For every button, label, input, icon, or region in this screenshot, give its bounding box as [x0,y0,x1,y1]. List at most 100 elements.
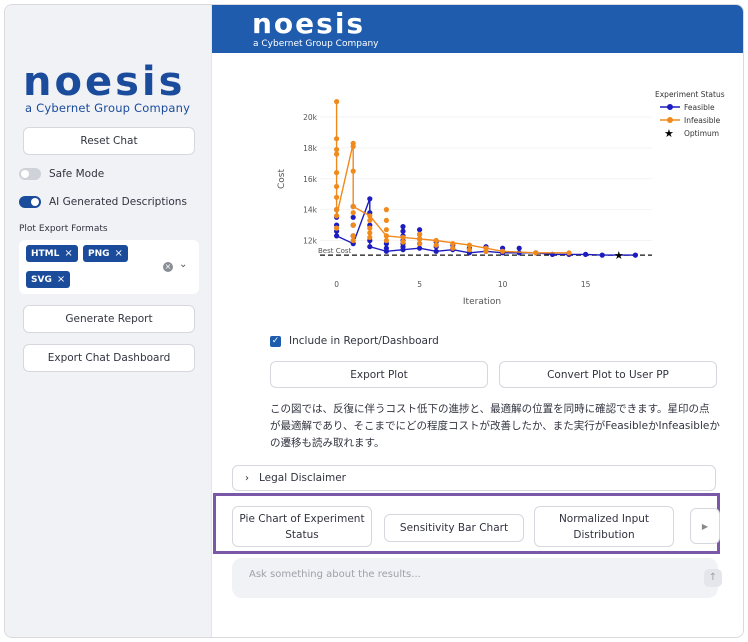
data-point [583,251,589,257]
app-window: noesis a Cybernet Group Company Reset Ch… [4,4,744,638]
ai-descriptions-label: AI Generated Descriptions [49,196,187,208]
convert-plot-button[interactable]: Convert Plot to User PP [499,361,717,388]
generate-report-button[interactable]: Generate Report [23,305,195,333]
ai-descriptions-toggle-row[interactable]: AI Generated Descriptions [19,196,187,208]
data-point [400,228,406,234]
export-plot-button[interactable]: Export Plot [270,361,488,388]
y-tick-label: 14k [303,206,318,215]
banner-logo-subtitle: a Cybernet Group Company [253,39,379,49]
data-point [466,247,472,253]
data-point [334,194,340,200]
logo-wordmark: noesis [23,59,186,105]
legend-title: Experiment Status [655,90,725,99]
format-chip-html[interactable]: HTML × [26,245,78,262]
data-point [383,237,389,244]
y-axis-label: Cost [277,169,287,189]
sidebar: noesis a Cybernet Group Company Reset Ch… [5,5,212,637]
reset-chat-button[interactable]: Reset Chat [23,127,195,155]
data-point [417,241,423,247]
data-point [383,217,389,223]
data-point [334,207,340,213]
include-report-label: Include in Report/Dashboard [289,335,439,347]
data-point [367,234,373,240]
chat-input[interactable]: Ask something about the results... [249,569,421,580]
include-report-checkbox[interactable]: ✓ [270,335,281,347]
data-point [367,244,373,250]
data-point [383,227,389,233]
data-point [417,227,423,233]
chat-bar[interactable]: Ask something about the results... ↑ [232,558,722,598]
plot-description: この図では、反復に伴うコスト低下の進捗と、最適解の位置を同時に確認できます。星印… [270,403,720,449]
format-chip-svg[interactable]: SVG × [26,271,71,288]
export-chat-dashboard-button[interactable]: Export Chat Dashboard [23,344,195,372]
data-point [400,239,406,245]
suggestion-strip: Pie Chart of Experiment Status Sensitivi… [213,493,720,554]
suggestion-pie-chart[interactable]: Pie Chart of Experiment Status [232,506,372,547]
remove-chip-icon[interactable]: × [115,248,123,259]
safe-mode-label: Safe Mode [49,168,105,180]
data-point [417,245,423,251]
data-point [433,242,439,248]
format-chip-label: SVG [31,274,52,285]
x-tick-label: 0 [334,280,339,289]
format-chip-label: PNG [88,248,110,259]
data-point [334,99,340,105]
data-point [466,242,472,248]
scroll-right-icon[interactable]: ▶ [690,508,720,544]
legend-marker-infeasible [667,117,673,123]
logo-subtitle: a Cybernet Group Company [25,101,191,115]
data-point [350,203,356,210]
data-point [334,136,340,142]
data-point [450,241,456,247]
data-point [367,217,373,223]
data-point [483,248,489,254]
legal-disclaimer-expander[interactable]: › Legal Disclaimer [232,465,716,491]
data-point [500,248,506,254]
remove-chip-icon[interactable]: × [57,274,65,285]
legend-feasible: Feasible [684,103,715,112]
chevron-right-icon: › [245,472,249,484]
data-point [367,196,373,202]
safe-mode-toggle-row[interactable]: Safe Mode [19,168,104,180]
data-point [350,222,356,228]
plot-area: 12k 14k 16k 18k 20k 0 5 10 15 ★ [303,99,652,289]
legend-optimum: Optimum [684,129,719,138]
chevron-down-icon[interactable]: ⌄ [179,259,187,270]
data-point [400,247,406,253]
legend-infeasible: Infeasible [684,116,721,125]
data-point [383,207,389,213]
data-point [400,234,406,240]
x-tick-label: 5 [417,280,422,289]
x-tick-label: 15 [581,280,591,289]
sidebar-logo: noesis a Cybernet Group Company [23,61,195,119]
series-line [335,101,569,254]
data-point [334,213,340,219]
chart-legend: Experiment Status Feasible Infeasible ★ … [655,90,725,140]
safe-mode-toggle[interactable] [19,168,41,180]
format-chip-png[interactable]: PNG × [83,245,128,262]
y-tick-label: 16k [303,175,318,184]
remove-chip-icon[interactable]: × [64,248,72,259]
export-formats-multiselect[interactable]: HTML × PNG × SVG × × ⌄ [19,240,199,294]
data-point [367,225,373,231]
send-icon[interactable]: ↑ [704,569,722,587]
x-tick-label: 10 [498,280,508,289]
data-point [433,248,439,254]
cost-iteration-chart: 12k 14k 16k 18k 20k 0 5 10 15 ★ Cost Iteration Be… [277,90,725,307]
data-point [383,233,389,239]
suggestion-normalized-input[interactable]: Normalized Input Distribution [534,506,674,547]
x-axis-label: Iteration [463,297,501,307]
data-point [400,224,406,230]
data-point [433,237,439,244]
main-panel: noesis a Cybernet Group Company 12k 14k 16… [212,5,743,637]
data-point [367,213,373,219]
ai-descriptions-toggle[interactable] [19,196,41,208]
include-report-row[interactable]: ✓ Include in Report/Dashboard [270,335,439,347]
data-point [350,210,356,216]
data-point [566,250,572,256]
data-point [367,230,373,236]
clear-all-icon[interactable]: × [163,262,173,272]
data-point [334,183,340,190]
data-point [599,252,605,258]
suggestion-sensitivity-chart[interactable]: Sensitivity Bar Chart [384,514,524,542]
